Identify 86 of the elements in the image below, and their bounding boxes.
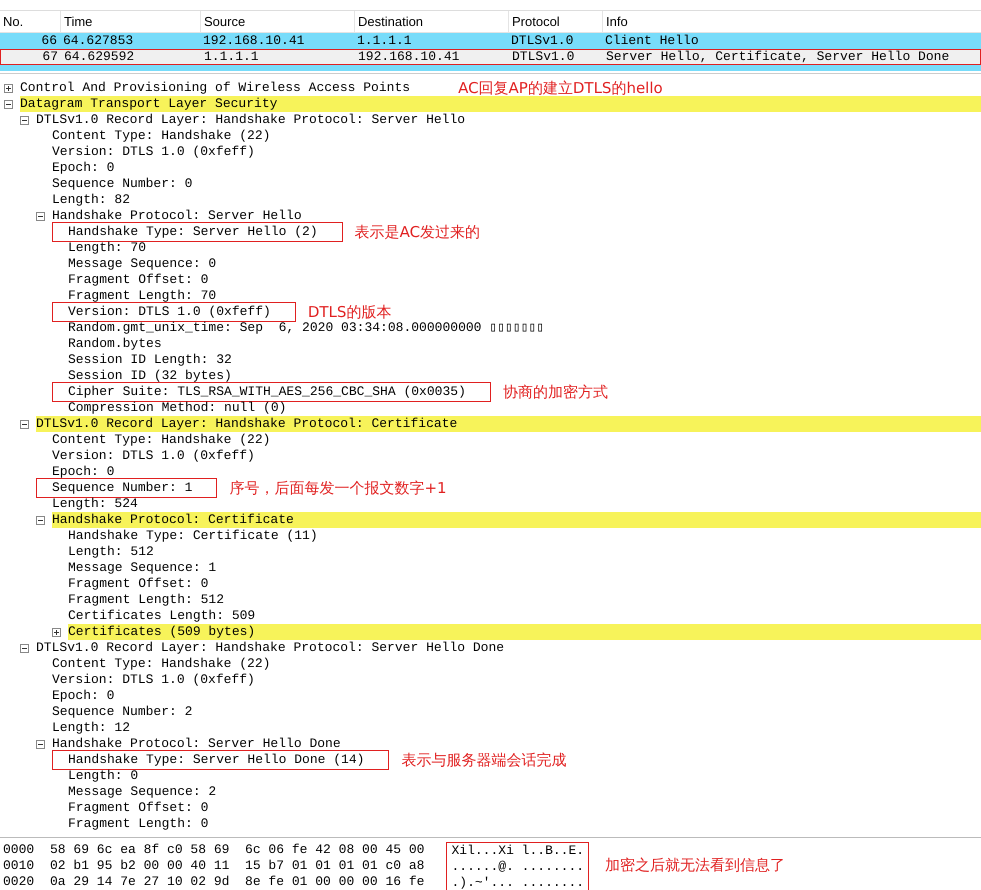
collapse-icon[interactable] <box>36 516 45 524</box>
packet-row[interactable]: 66 64.627853 192.168.10.41 1.1.1.1 DTLSv1.0 Client Hello <box>0 33 981 49</box>
tree-item[interactable]: Certificates Length: 509 <box>68 608 256 624</box>
tree-item[interactable]: DTLSv1.0 Record Layer: Handshake Protocol: Server Hello <box>36 112 466 128</box>
tree-item[interactable]: Fragment Offset: 0 <box>68 272 208 288</box>
expand-icon[interactable] <box>4 84 13 92</box>
tree-item[interactable]: Handshake Type: Certificate (11) <box>68 528 318 544</box>
collapse-icon[interactable] <box>36 212 45 220</box>
tree-item[interactable]: Content Type: Handshake (22) <box>52 656 270 672</box>
annotation-text: 表示与服务器端会话完成 <box>401 752 566 768</box>
tree-item[interactable]: Length: 12 <box>52 720 130 736</box>
table-cell-text: Client Hello <box>604 33 700 49</box>
tree-item[interactable]: Sequence Number: 0 <box>52 176 192 192</box>
tree-item[interactable]: Fragment Offset: 0 <box>68 800 208 816</box>
column-header[interactable]: Protocol <box>508 11 602 32</box>
collapse-icon[interactable] <box>20 644 29 652</box>
table-cell-text: DTLSv1.0 <box>510 33 574 49</box>
table-cell-text: 67 <box>41 50 59 64</box>
tree-item[interactable]: Version: DTLS 1.0 (0xfeff) <box>52 144 255 160</box>
table-cell-text: 64.629592 <box>63 50 136 64</box>
tree-item[interactable]: Session ID (32 bytes) <box>68 368 232 384</box>
table-cell-text: 192.168.10.41 <box>202 33 306 49</box>
collapse-icon[interactable] <box>4 100 13 108</box>
tree-item[interactable]: Fragment Length: 512 <box>68 592 224 608</box>
tree-item[interactable]: Version: DTLS 1.0 (0xfeff) <box>52 672 255 688</box>
table-cell-text: 64.627853 <box>62 33 134 49</box>
column-header[interactable]: Info <box>602 11 981 32</box>
tree-item[interactable]: Control And Provisioning of Wireless Access Points <box>20 80 410 96</box>
tree-item[interactable]: Fragment Offset: 0 <box>68 576 208 592</box>
annotation-text: 协商的加密方式 <box>502 384 608 400</box>
tree-item[interactable]: Handshake Type: Server Hello Done (14) <box>52 750 390 770</box>
hex-bytes: 58 69 6c ea 8f c0 58 69 6c 06 fe 42 08 00 45 00 <box>50 842 424 857</box>
annotation-text: 序号，后面每发一个报文数字+1 <box>229 480 447 496</box>
tree-item[interactable]: Epoch: 0 <box>52 688 114 704</box>
tree-item[interactable]: Content Type: Handshake (22) <box>52 128 270 144</box>
tree-item[interactable]: Random.gmt_unix_time: Sep 6, 2020 03:34:08.000000000 ▯▯▯▯▯▯▯ <box>68 320 544 336</box>
hex-bytes: 02 b1 95 b2 00 00 40 11 15 b7 01 01 01 01 c0 a8 <box>50 858 424 873</box>
column-header[interactable]: Time <box>60 11 200 32</box>
annotation-text: 加密之后就无法看到信息了 <box>605 856 786 875</box>
column-header[interactable]: No. <box>0 11 60 32</box>
table-cell-text: DTLSv1.0 <box>511 50 576 64</box>
table-cell-text: 192.168.10.41 <box>357 50 460 64</box>
collapse-icon[interactable] <box>20 420 29 428</box>
tree-item[interactable]: Fragment Length: 0 <box>68 816 208 832</box>
hex-bytes: 0a 29 14 7e 27 10 02 9d 8e fe 01 00 00 00 16 fe <box>50 874 424 889</box>
packet-row[interactable]: 67 64.629592 1.1.1.1 192.168.10.41 DTLSv1.0 Server Hello, Certificate, Server Hello Done <box>0 49 981 65</box>
tree-item[interactable]: Epoch: 0 <box>52 160 114 176</box>
hex-offset: 0020 <box>2 874 36 890</box>
tree-item[interactable]: Random.bytes <box>68 336 162 352</box>
annotation-text: 表示是AC发过来的 <box>354 224 480 240</box>
tree-item[interactable]: Epoch: 0 <box>52 464 114 480</box>
tree-item[interactable]: Length: 70 <box>68 240 146 256</box>
column-header[interactable]: Destination <box>354 11 508 32</box>
tree-item[interactable]: Cipher Suite: TLS_RSA_WITH_AES_256_CBC_SHA (0x0035) <box>52 382 491 402</box>
table-cell-text: 1.1.1.1 <box>203 50 260 64</box>
tree-item[interactable]: Length: 82 <box>52 192 130 208</box>
table-cell-text: 66 <box>40 33 58 49</box>
tree-item[interactable]: Message Sequence: 0 <box>68 256 216 272</box>
tree-item[interactable]: Handshake Protocol: Server Hello Done <box>52 736 341 752</box>
tree-item[interactable]: Sequence Number: 1 <box>36 478 218 498</box>
tree-item[interactable]: Version: DTLS 1.0 (0xfeff) <box>52 302 296 322</box>
tree-item[interactable]: Length: 0 <box>68 768 138 784</box>
table-cell-text: 1.1.1.1 <box>356 33 413 49</box>
table-cell-text: Server Hello, Certificate, Server Hello Done <box>605 50 950 64</box>
hex-offset: 0000 <box>2 842 36 858</box>
collapse-icon[interactable] <box>20 116 29 124</box>
annotation-text: DTLS的版本 <box>308 304 392 320</box>
annotation-text: AC回复AP的建立DTLS的hello <box>458 80 663 96</box>
tree-item[interactable]: Message Sequence: 1 <box>68 560 216 576</box>
tree-item[interactable]: Fragment Length: 70 <box>68 288 216 304</box>
tree-item[interactable]: DTLSv1.0 Record Layer: Handshake Protocol: Server Hello Done <box>36 640 504 656</box>
column-header[interactable]: Source <box>200 11 354 32</box>
tree-item[interactable]: Length: 524 <box>52 496 138 512</box>
tree-item[interactable]: Version: DTLS 1.0 (0xfeff) <box>52 448 255 464</box>
tree-item[interactable]: Handshake Type: Server Hello (2) <box>52 222 343 242</box>
ascii-dump: Xil...Xi l..B..E. ......@. ........ .).~'... ........ <box>446 842 590 890</box>
tree-item[interactable]: Message Sequence: 2 <box>68 784 216 800</box>
expand-icon[interactable] <box>52 628 61 636</box>
tree-item[interactable]: Handshake Protocol: Server Hello <box>52 208 302 224</box>
collapse-icon[interactable] <box>36 740 45 748</box>
tree-item[interactable]: Content Type: Handshake (22) <box>52 432 270 448</box>
tree-item[interactable]: Length: 512 <box>68 544 154 560</box>
tree-item[interactable]: Session ID Length: 32 <box>68 352 232 368</box>
tree-item[interactable]: Sequence Number: 2 <box>52 704 192 720</box>
hex-offset: 0010 <box>2 858 36 874</box>
tree-item[interactable]: Compression Method: null (0) <box>68 400 286 416</box>
